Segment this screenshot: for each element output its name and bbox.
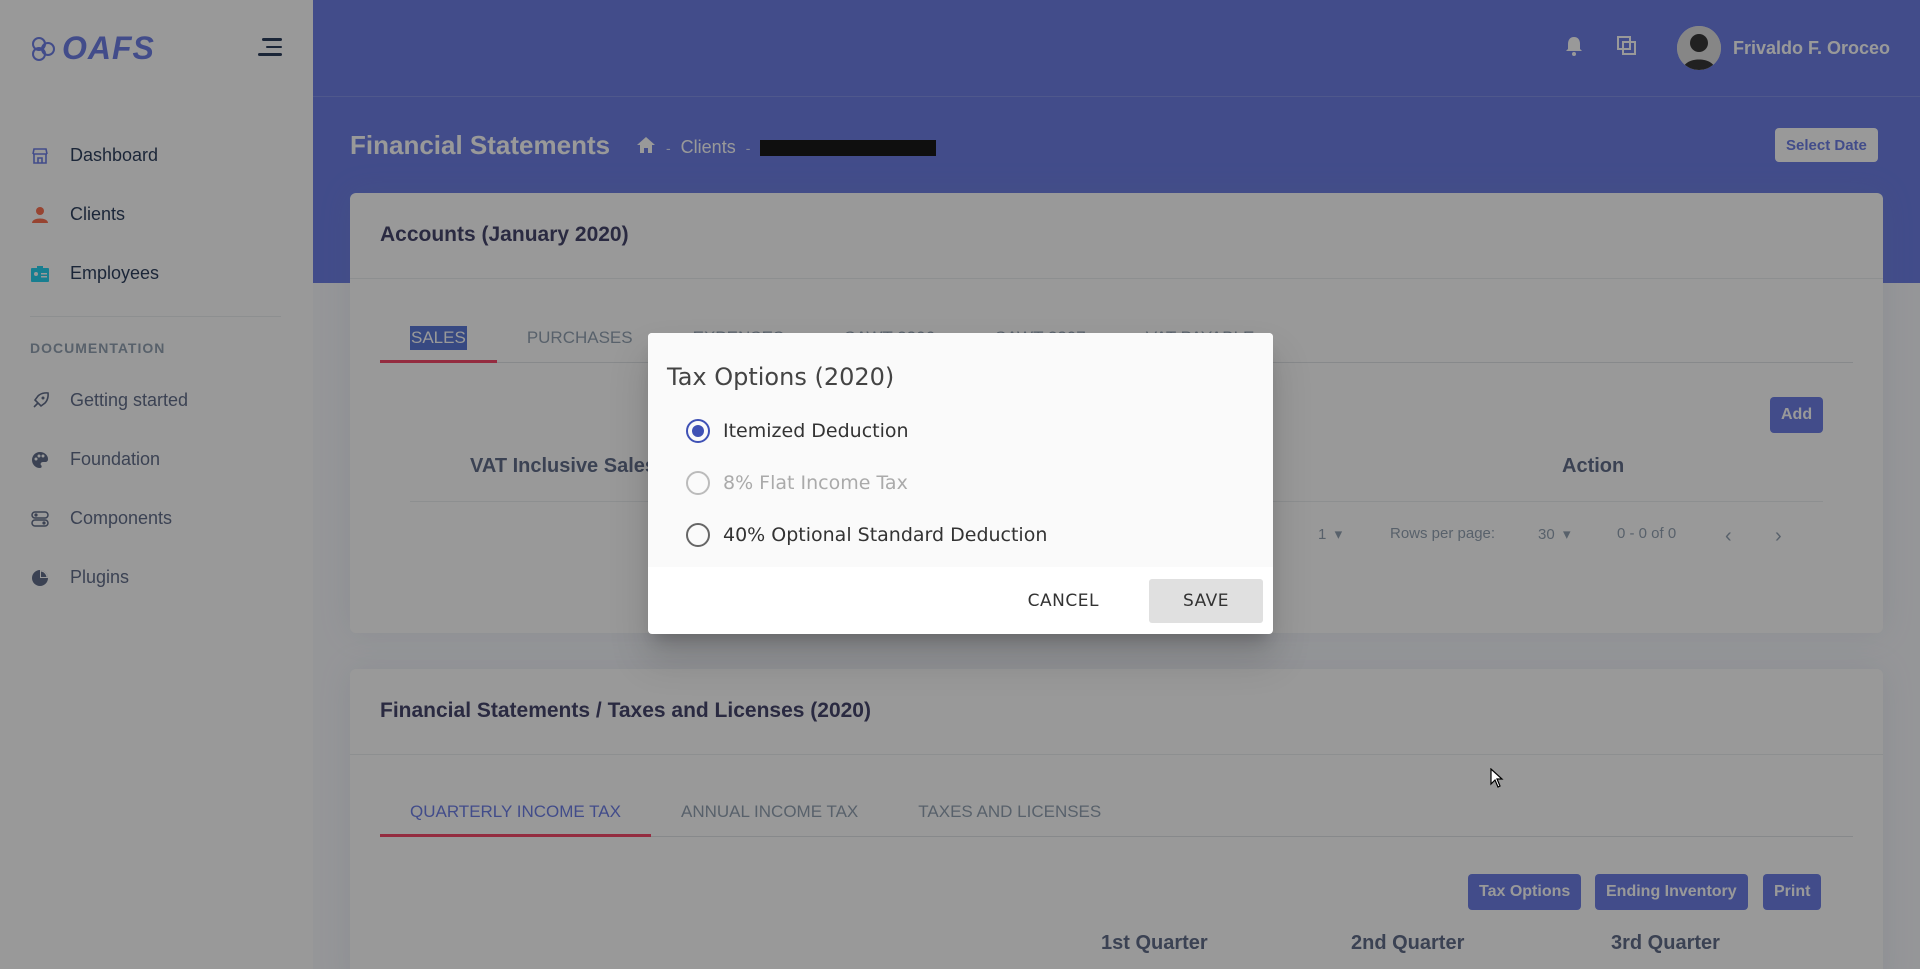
option-8-percent-flat-income-tax: 8% Flat Income Tax (667, 457, 1254, 509)
option-itemized-deduction[interactable]: Itemized Deduction (667, 405, 1254, 457)
mouse-cursor-icon (1490, 767, 1504, 793)
radio-checked-icon[interactable] (686, 419, 710, 443)
dialog-title: Tax Options (2020) (667, 363, 895, 391)
option-label: 40% Optional Standard Deduction (723, 524, 1048, 546)
option-label: 8% Flat Income Tax (723, 472, 908, 494)
option-label: Itemized Deduction (723, 420, 909, 442)
save-button[interactable]: SAVE (1148, 578, 1263, 623)
cancel-button[interactable]: CANCEL (994, 579, 1133, 623)
dialog-body: Tax Options (2020) Itemized Deduction 8%… (648, 333, 1273, 567)
radio-unchecked-icon[interactable] (686, 523, 710, 547)
tax-options-dialog: Tax Options (2020) Itemized Deduction 8%… (648, 333, 1273, 634)
dialog-actions: CANCEL SAVE (648, 567, 1273, 634)
radio-disabled-icon (686, 471, 710, 495)
option-40-percent-osd[interactable]: 40% Optional Standard Deduction (667, 509, 1254, 561)
